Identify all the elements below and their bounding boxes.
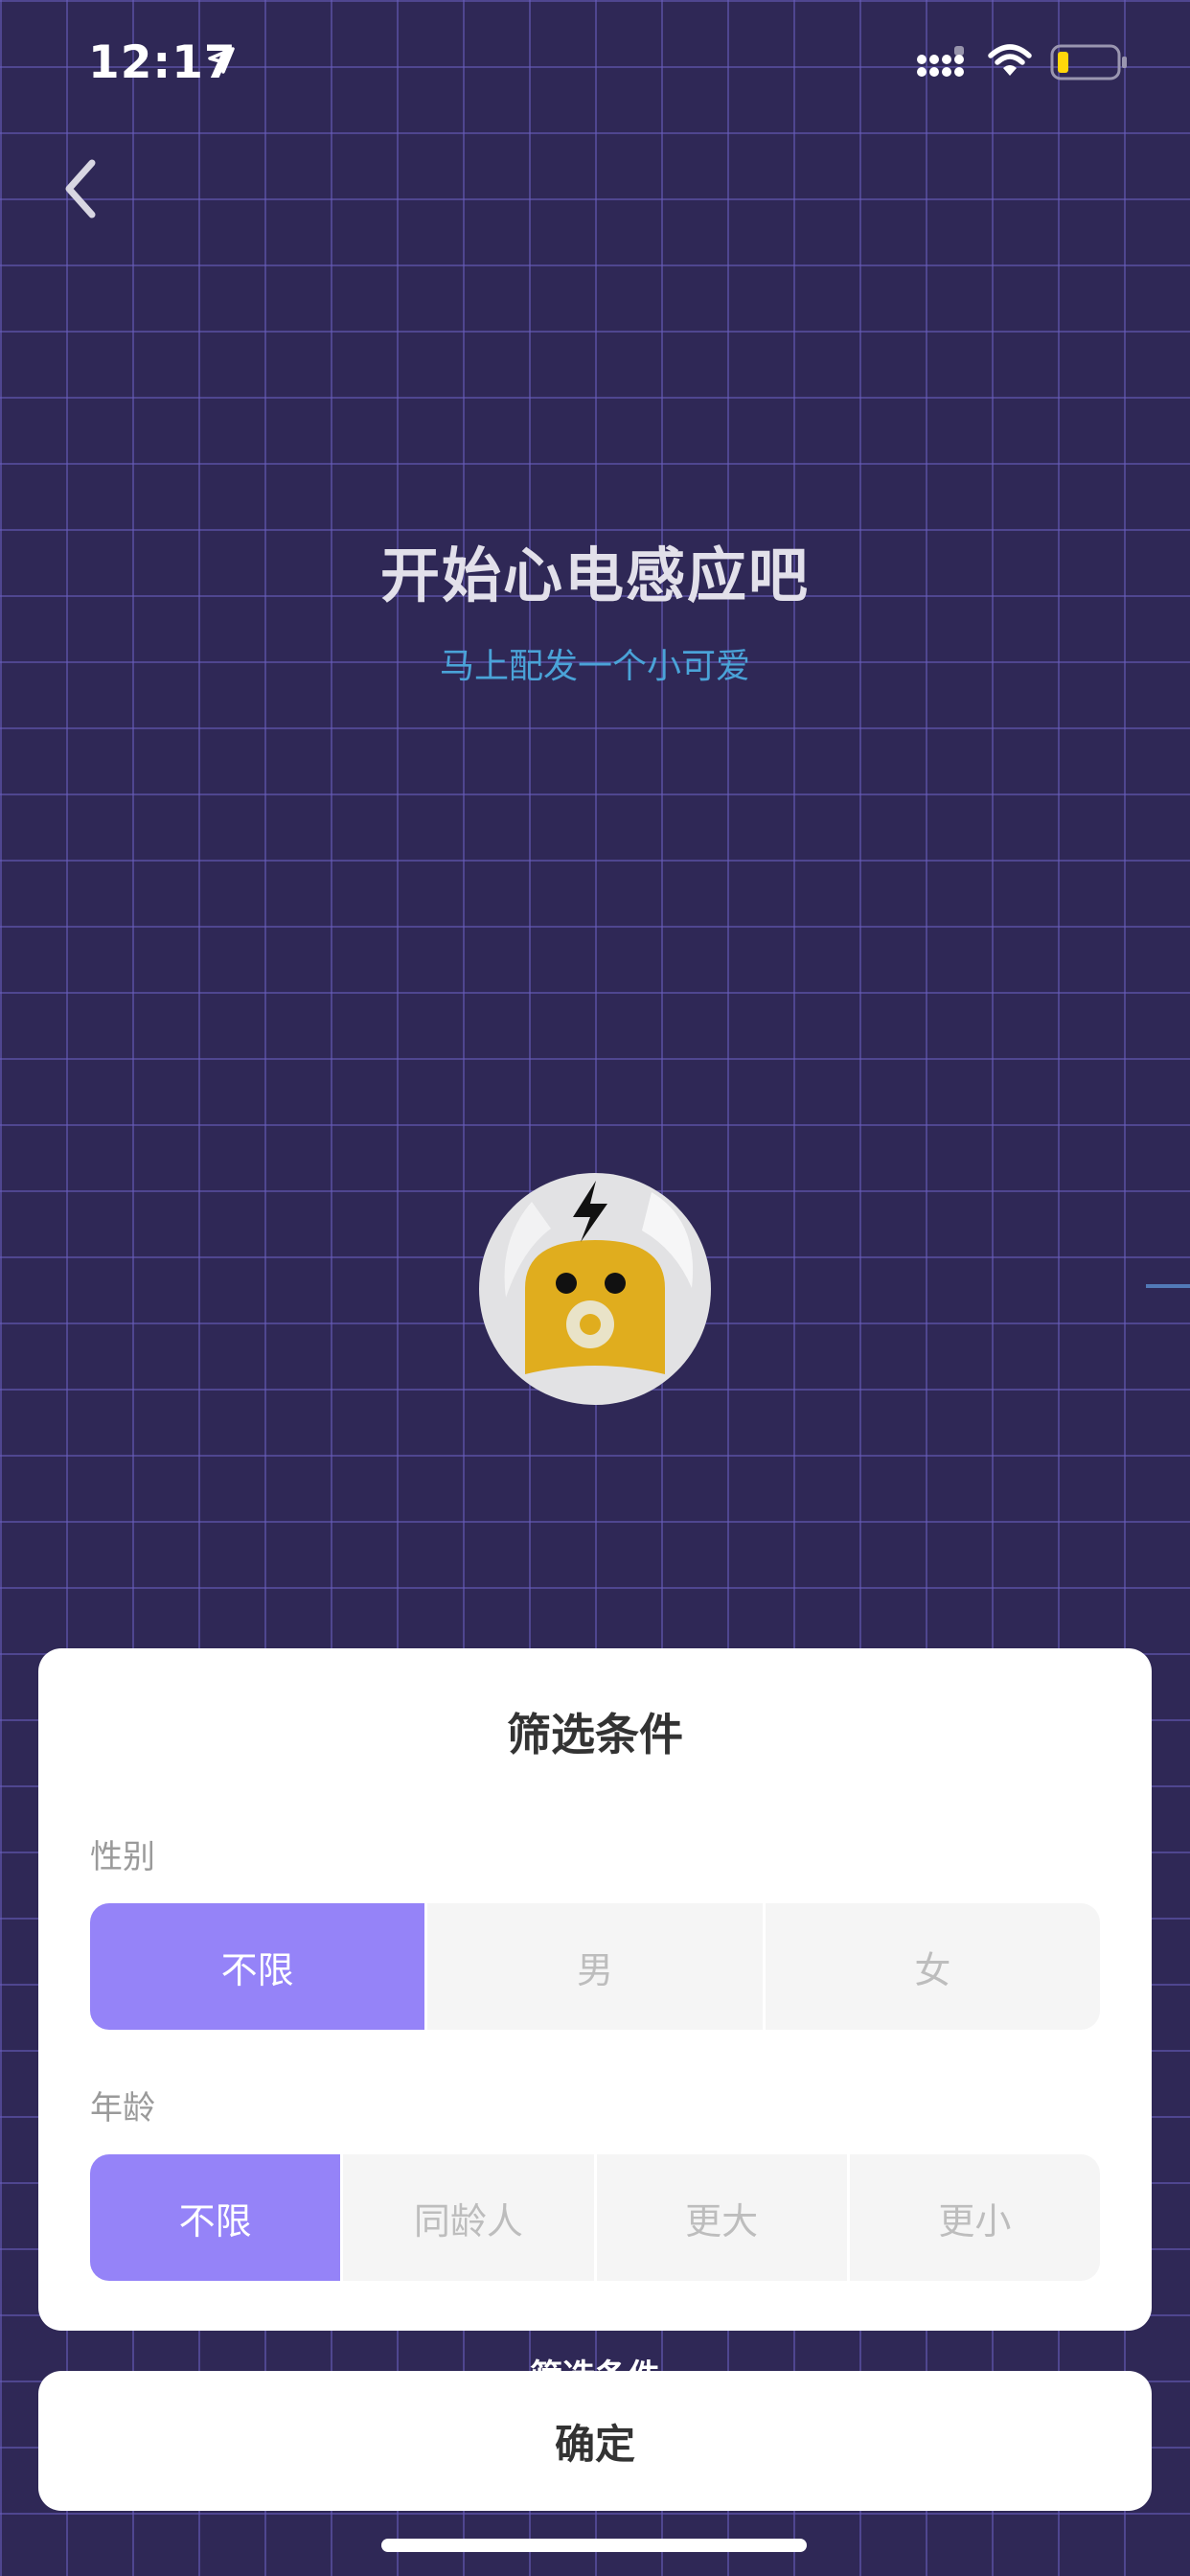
- gender-segmented-control: 不限 男 女: [90, 1903, 1100, 2030]
- gender-option-female[interactable]: 女: [762, 1903, 1100, 2030]
- back-chevron-icon[interactable]: [57, 153, 105, 224]
- age-option-any[interactable]: 不限: [90, 2154, 341, 2281]
- age-option-younger[interactable]: 更小: [846, 2154, 1100, 2281]
- battery-icon: [1050, 44, 1127, 80]
- filter-title: 筛选条件: [507, 1709, 683, 1760]
- location-arrow-icon: [208, 47, 235, 74]
- gender-label: 性别: [90, 1838, 155, 1876]
- filter-panel: 筛选条件 性别 不限 男 女 年龄 不限 同龄人 更大 更小: [38, 1648, 1152, 2331]
- age-option-same[interactable]: 同龄人: [340, 2154, 593, 2281]
- age-option-older[interactable]: 更大: [593, 2154, 847, 2281]
- confirm-button[interactable]: 确定: [38, 2371, 1152, 2511]
- lightning-icon: [573, 1181, 607, 1242]
- hero-subtitle: 马上配发一个小可爱: [439, 647, 750, 686]
- wifi-icon: [988, 44, 1032, 76]
- gender-option-any[interactable]: 不限: [90, 1903, 425, 2030]
- hero-title: 开始心电感应吧: [379, 540, 810, 610]
- avatar: [479, 1173, 711, 1405]
- home-indicator: [381, 2539, 807, 2552]
- scan-line: [1146, 1284, 1190, 1288]
- age-label: 年龄: [90, 2089, 155, 2128]
- age-segmented-control: 不限 同龄人 更大 更小: [90, 2154, 1100, 2281]
- match-screen: 12:17 开始心电感应吧 马上配发一个小可爱 筛选条件 性别 不限 男 女 年…: [0, 0, 1190, 2576]
- gender-option-male[interactable]: 男: [424, 1903, 762, 2030]
- mascot-avatar-image: [504, 1181, 694, 1374]
- signal-icon: [917, 46, 964, 77]
